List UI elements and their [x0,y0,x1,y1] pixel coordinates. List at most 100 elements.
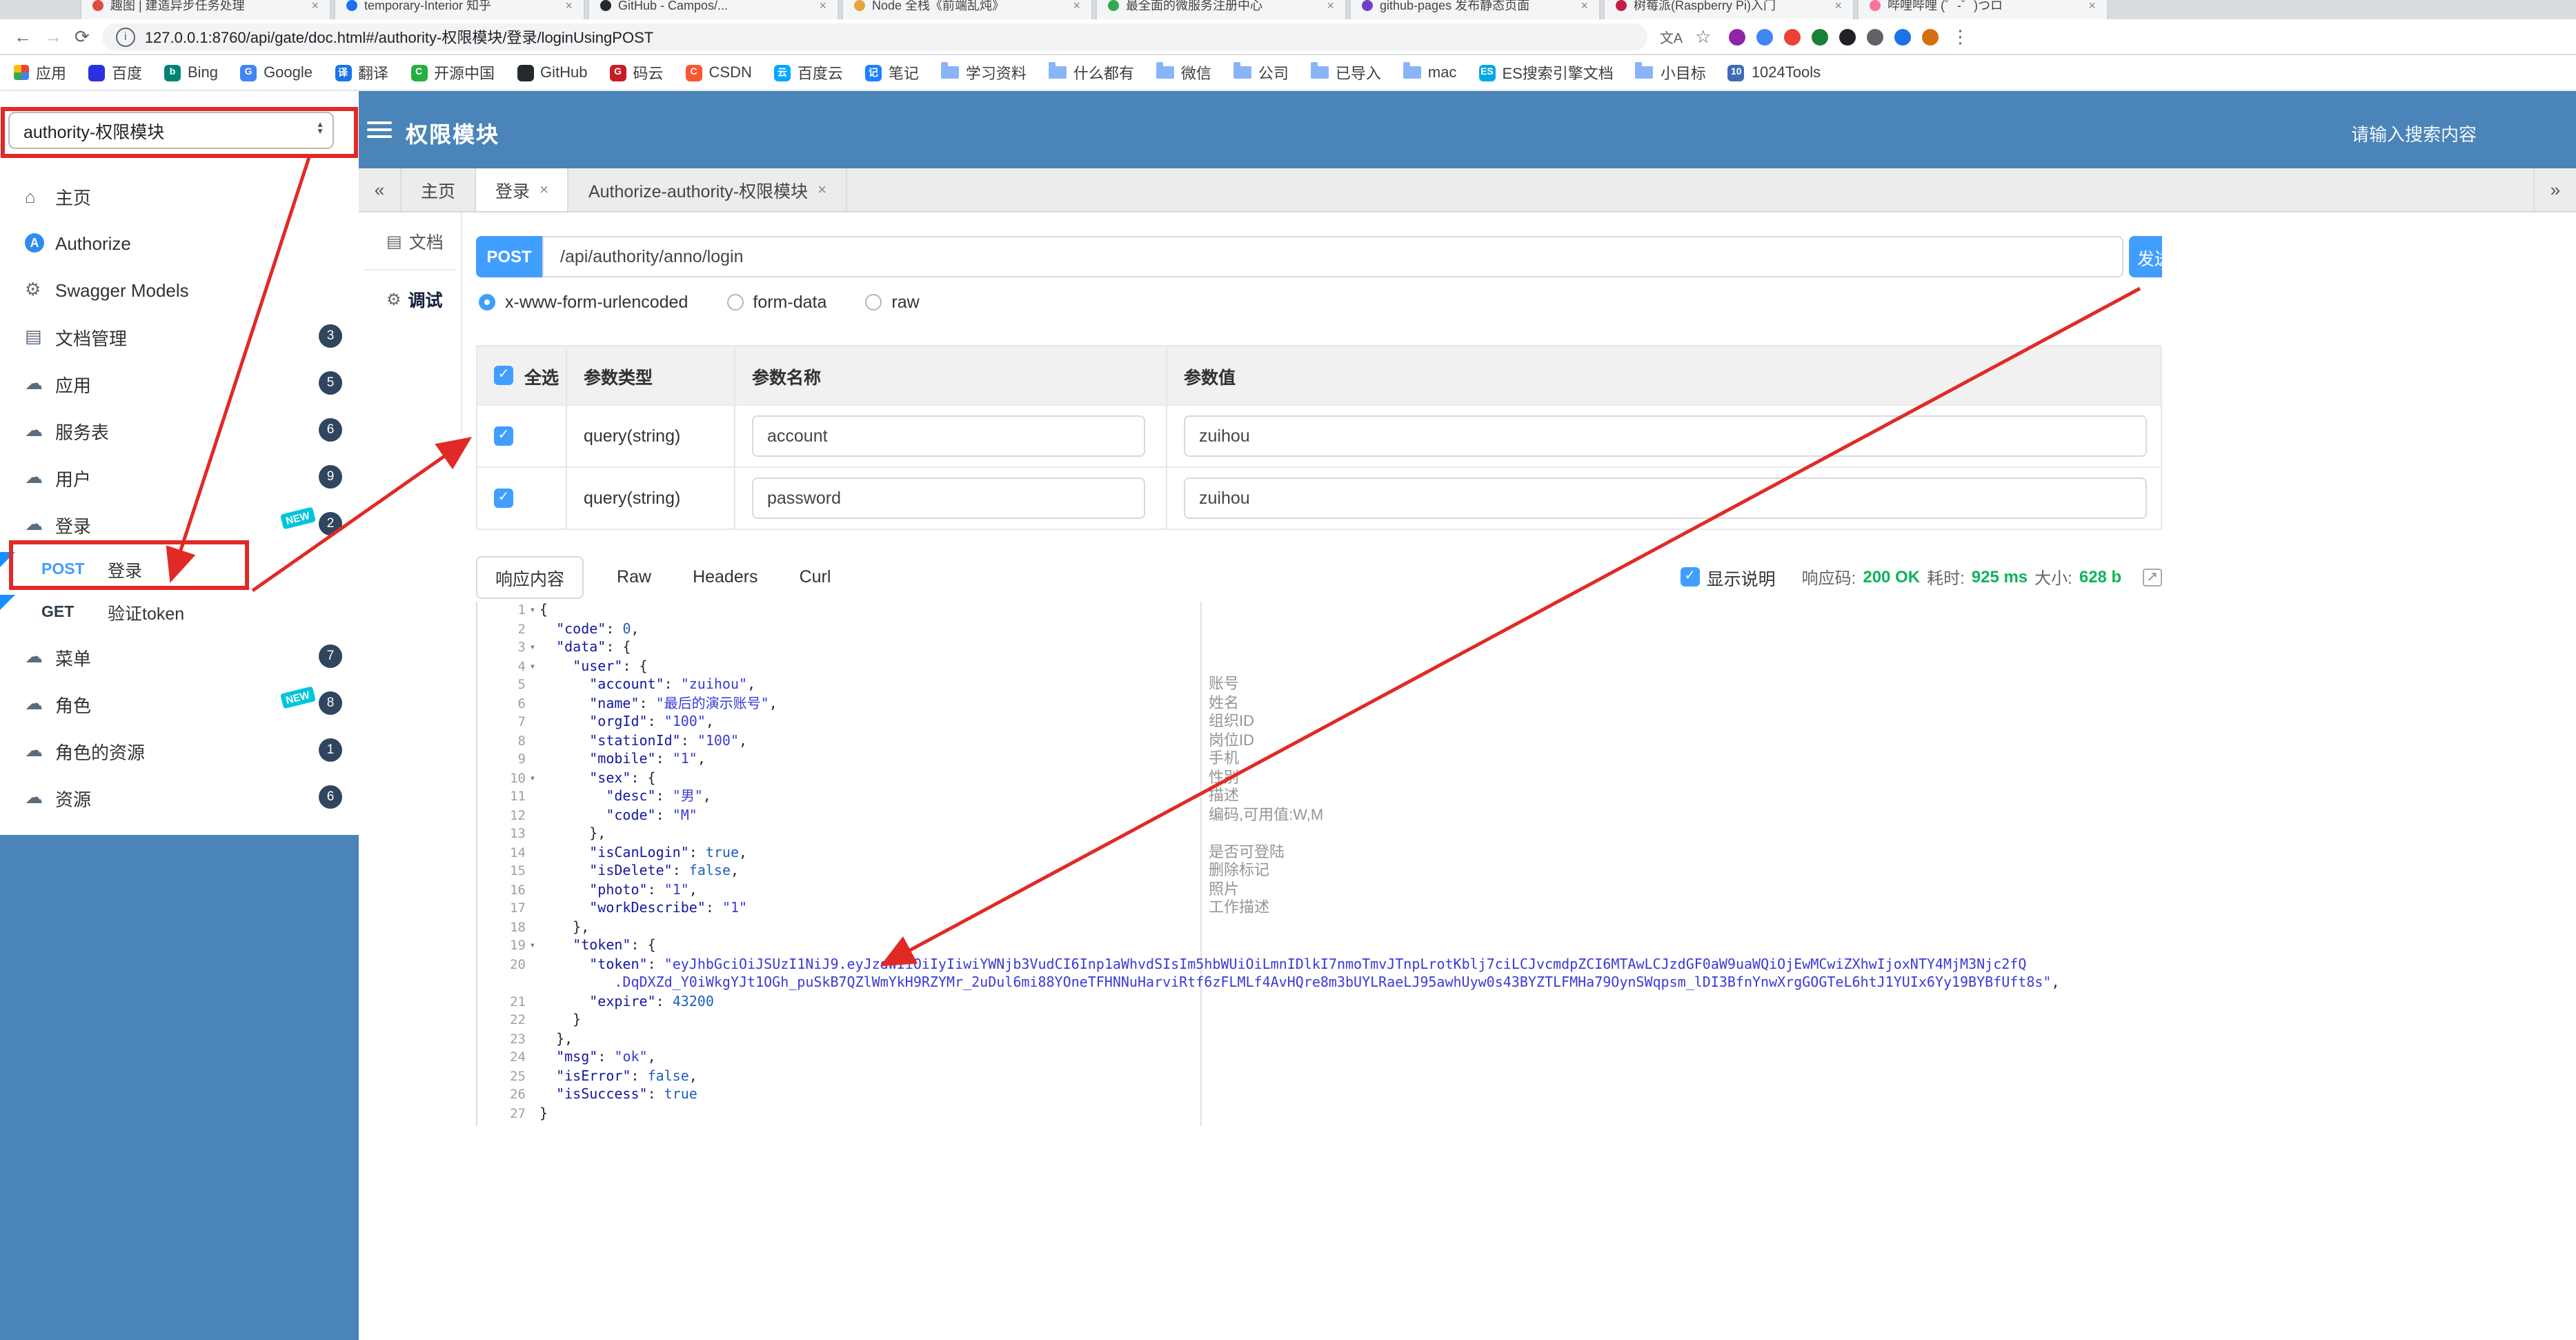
browser-tab[interactable]: temporary-Interior 知乎 × [334,0,585,19]
line-gutter[interactable]: 2 [477,620,539,639]
browser-tab[interactable]: github-pages 发布静态页面 × [1349,0,1601,19]
row-checkbox[interactable]: ✓ [494,426,513,446]
line-gutter[interactable]: 15 [477,863,539,881]
bookmark-item[interactable]: 什么都有 [1048,61,1134,83]
fullscreen-icon[interactable]: ↗ [2142,568,2162,586]
browser-tab[interactable]: 树莓派(Raspberry Pi)入门 × [1603,0,1854,19]
sidebar-item[interactable]: ☁ 角色的资源 1 [0,727,359,774]
line-gutter[interactable] [477,974,539,993]
tab-close-icon[interactable]: × [1327,0,1334,12]
tab-close-icon[interactable]: × [565,0,573,12]
browser-tab[interactable]: 哔哩哔哩 (゜-゜)つロ × [1857,0,2108,19]
extension-icon[interactable] [1922,28,1939,45]
bookmark-item[interactable]: 微信 [1156,61,1211,83]
back-icon[interactable]: ← [14,28,32,46]
line-gutter[interactable]: 5 [477,676,539,695]
line-gutter[interactable]: 18 [477,918,539,937]
sidebar-item[interactable]: ▤ 文档管理 3 [0,313,359,360]
bookmark-item[interactable]: 10 1024Tools [1727,64,1821,81]
bookmark-item[interactable]: 译翻译 [335,61,388,83]
send-button[interactable]: 发送 [2129,236,2162,277]
sidebar-item[interactable]: ☁ 应用 5 [0,360,359,407]
line-gutter[interactable]: 8 [477,732,539,751]
fold-icon[interactable]: ▾ [526,639,539,658]
tab-close-icon[interactable]: × [819,0,826,12]
debug-panel-item[interactable]: ⚙ 调试 [359,270,461,327]
sidebar-item[interactable]: A Authorize [0,219,359,266]
tab-close-icon[interactable]: × [2088,0,2096,12]
content-type-option[interactable]: form-data [726,293,826,312]
select-all-checkbox[interactable]: ✓ [494,366,513,385]
sidebar-item[interactable]: ☁ 菜单 7 [0,633,359,680]
extension-icon[interactable] [1867,28,1884,45]
content-type-option[interactable]: raw [865,293,920,312]
browser-tab[interactable]: 最全面的微服务注册中心 × [1096,0,1347,19]
sidebar-api-item[interactable]: GET 验证token [0,591,359,633]
extension-icon[interactable] [1894,28,1912,45]
header-search[interactable]: 请输入搜索内容 [2351,120,2477,146]
response-body-code[interactable]: 1 ▾{2 "code": 0, 3 ▾ "data": {4 ▾ "user": {5… [476,602,2162,1126]
bookmark-item[interactable]: 已导入 [1310,61,1381,83]
radio-icon[interactable] [479,294,495,311]
tabs-scroll-left-icon[interactable]: « [359,168,402,211]
line-gutter[interactable]: 3 ▾ [477,639,539,658]
tab-close-icon[interactable]: × [1834,0,1842,12]
reload-icon[interactable]: ⟳ [75,28,90,46]
line-gutter[interactable]: 13 [477,825,539,844]
line-gutter[interactable]: 20 [477,956,539,974]
sidebar-item[interactable]: ☁ 登录 NEW 2 [0,501,359,548]
request-url-field[interactable]: /api/authority/anno/login [542,236,2123,277]
line-gutter[interactable]: 4 ▾ [477,658,539,676]
line-gutter[interactable]: 27 [477,1105,539,1123]
param-name-input[interactable]: account [752,415,1145,457]
browser-tab[interactable]: 趣图 | 建造异步任务处理 × [80,0,331,19]
tab-close-icon[interactable]: × [1581,0,1588,12]
response-tab[interactable]: Raw [608,560,660,593]
bookmark-star-icon[interactable]: ☆ [1695,28,1711,46]
bookmark-item[interactable]: mac [1403,62,1456,81]
extension-icon[interactable] [1839,28,1856,45]
extension-icon[interactable] [1784,28,1801,45]
line-gutter[interactable]: 16 [477,881,539,900]
response-tab[interactable]: Curl [791,560,840,593]
line-gutter[interactable]: 17 [477,900,539,918]
bookmark-item[interactable]: 小目标 [1635,61,1706,83]
bookmark-item[interactable]: G Google [240,64,313,81]
line-gutter[interactable]: 19 ▾ [477,937,539,956]
bookmark-item[interactable]: 公司 [1233,61,1289,83]
bookmark-item[interactable]: C 开源中国 [410,61,495,83]
content-tab[interactable]: Authorize-authority-权限模块 × [569,168,847,211]
row-checkbox[interactable]: ✓ [494,489,513,508]
content-tab[interactable]: 主页 [402,168,477,211]
tab-close-icon[interactable]: × [539,181,548,198]
sidebar-item[interactable]: ⌂ 主页 [0,173,359,219]
bookmark-item[interactable]: G 码云 [609,61,664,83]
radio-icon[interactable] [865,294,882,311]
bookmark-item[interactable]: 云百度云 [773,61,843,83]
line-gutter[interactable]: 10 ▾ [477,769,539,788]
sidebar-item[interactable]: ⚙ Swagger Models [0,266,359,313]
line-gutter[interactable]: 1 ▾ [477,602,539,620]
sidebar-item[interactable]: ☁ 服务表 6 [0,407,359,454]
line-gutter[interactable]: 25 [477,1067,539,1086]
line-gutter[interactable]: 11 [477,788,539,807]
response-tab[interactable]: 响应内容 [476,555,584,598]
url-text[interactable]: 127.0.0.1:8760/api/gate/doc.html#/author… [145,26,653,48]
line-gutter[interactable]: 22 [477,1012,539,1030]
extension-icon[interactable] [1812,28,1829,45]
line-gutter[interactable]: 21 [477,993,539,1012]
bookmark-item[interactable]: C CSDN [685,64,752,81]
fold-icon[interactable]: ▾ [526,602,539,620]
show-desc-checkbox[interactable]: ✓ [1680,567,1700,587]
sidebar-api-item[interactable]: POST 登录 [0,548,359,591]
tab-close-icon[interactable]: × [818,181,826,198]
extension-icon[interactable] [1756,28,1774,45]
line-gutter[interactable]: 7 [477,713,539,732]
bookmark-item[interactable]: b Bing [164,64,218,81]
line-gutter[interactable]: 26 [477,1086,539,1105]
fold-icon[interactable]: ▾ [526,937,539,956]
line-gutter[interactable]: 9 [477,751,539,769]
menu-icon[interactable] [367,117,392,142]
sidebar-item[interactable]: ☁ 用户 9 [0,454,359,501]
translate-icon[interactable]: 文A [1660,26,1683,47]
